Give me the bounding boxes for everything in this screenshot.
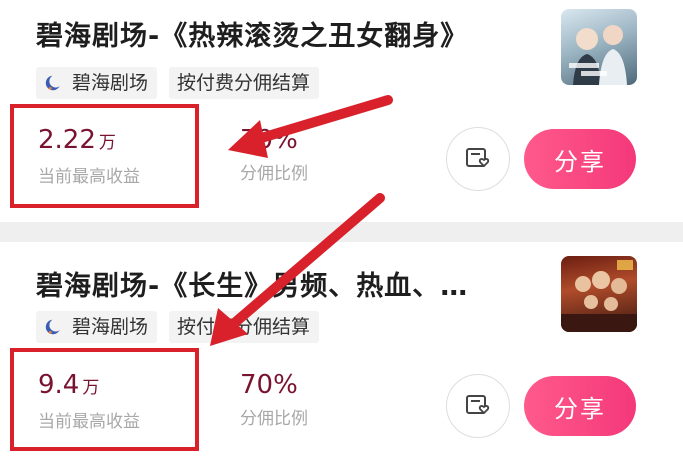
ratio-value: 70% <box>240 125 298 155</box>
annotation-highlight-box <box>10 348 199 451</box>
settlement-tag-label: 按付费分佣结算 <box>177 72 311 94</box>
ratio-metric: 70% 分佣比例 <box>240 125 308 184</box>
favorite-button[interactable] <box>446 127 510 191</box>
poster-image-icon <box>569 25 627 85</box>
annotation-highlight-box <box>10 104 199 208</box>
drama-thumbnail[interactable] <box>561 256 637 332</box>
source-tag: 碧海剧场 <box>36 67 158 99</box>
poster-image-icon <box>561 260 637 332</box>
favorite-button[interactable] <box>446 374 510 438</box>
settlement-tag: 按付费分佣结算 <box>169 67 320 99</box>
ratio-label: 分佣比例 <box>240 409 308 429</box>
drama-title[interactable]: 碧海剧场-《长生》男频、热血、… <box>36 264 468 303</box>
tag-row: 碧海剧场 按付费分佣结算 <box>36 67 331 99</box>
share-button[interactable]: 分享 <box>524 129 636 189</box>
source-tag-label: 碧海剧场 <box>72 316 149 338</box>
bookmark-heart-icon <box>466 148 490 168</box>
page: 碧海剧场-《热辣滚烫之丑女翻身》 碧海剧场 按付费分佣结算 2.22 万 当前最… <box>0 0 683 467</box>
drama-title[interactable]: 碧海剧场-《热辣滚烫之丑女翻身》 <box>36 14 468 53</box>
ratio-label: 分佣比例 <box>240 164 308 184</box>
source-tag-label: 碧海剧场 <box>72 72 149 94</box>
tag-row: 碧海剧场 按付费分佣结算 <box>36 311 331 343</box>
share-button[interactable]: 分享 <box>524 376 636 436</box>
drama-thumbnail[interactable] <box>561 9 637 85</box>
ratio-value: 70% <box>240 370 298 400</box>
bookmark-heart-icon <box>466 395 490 415</box>
ratio-metric: 70% 分佣比例 <box>240 370 308 429</box>
settlement-tag-label: 按付费分佣结算 <box>177 316 311 338</box>
source-tag: 碧海剧场 <box>36 311 158 343</box>
crescent-moon-logo-icon <box>45 318 62 335</box>
crescent-moon-logo-icon <box>45 74 62 91</box>
settlement-tag: 按付费分佣结算 <box>169 311 320 343</box>
